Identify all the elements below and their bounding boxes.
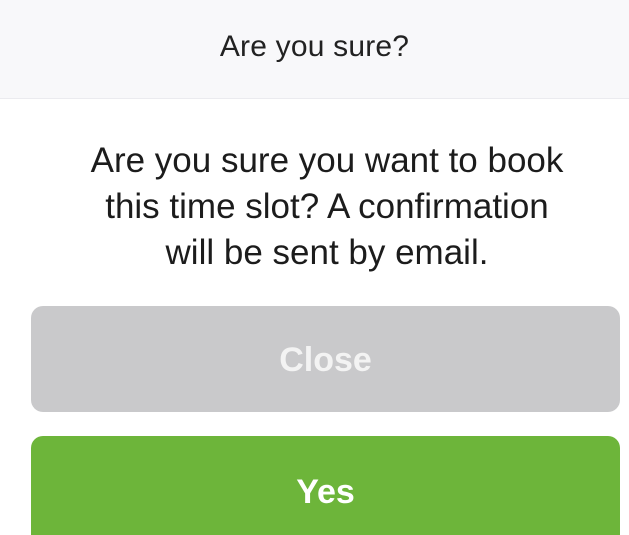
dialog-message-line: this time slot? A confirmation xyxy=(105,187,549,226)
yes-button[interactable]: Yes xyxy=(31,436,620,535)
dialog-message: Are you sure you want to book this time … xyxy=(40,138,614,276)
yes-button-label: Yes xyxy=(296,472,355,511)
confirmation-dialog: Are you sure? Are you sure you want to b… xyxy=(0,0,629,535)
close-button[interactable]: Close xyxy=(31,306,620,412)
close-button-label: Close xyxy=(279,340,372,379)
dialog-message-line: will be sent by email. xyxy=(165,233,489,272)
dialog-title: Are you sure? xyxy=(219,30,410,63)
dialog-header: Are you sure? xyxy=(0,0,629,99)
dialog-message-line: Are you sure you want to book xyxy=(90,141,564,180)
